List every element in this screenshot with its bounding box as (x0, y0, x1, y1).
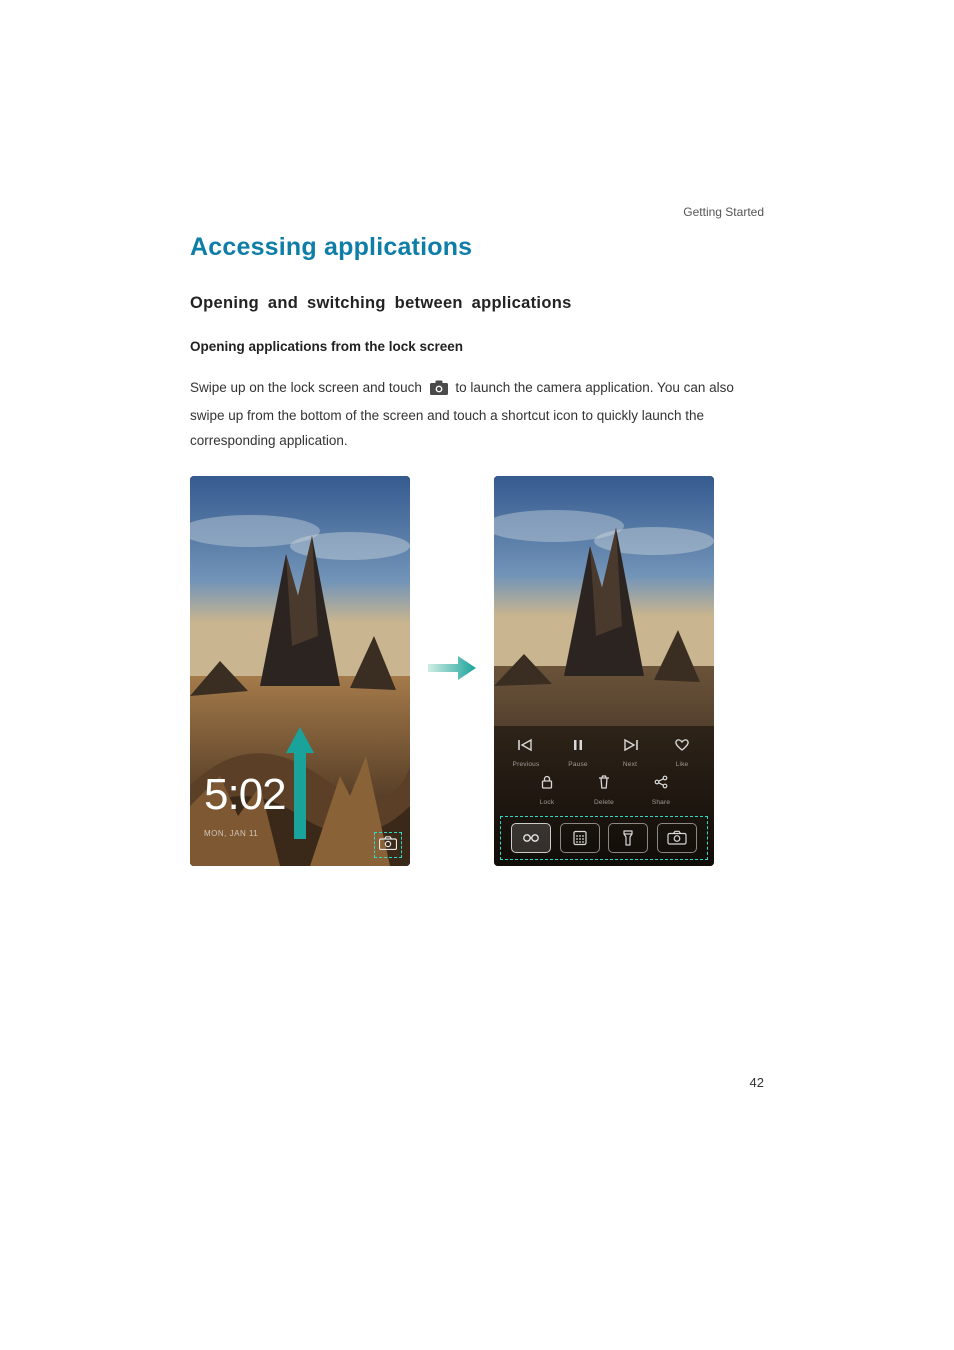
trash-icon (597, 774, 611, 795)
lock-screen-illustration: 5:02 MON, JAN 11 (190, 476, 410, 866)
transition-arrow-icon (428, 653, 476, 688)
para-text-pre: Swipe up on the lock screen and touch (190, 380, 426, 395)
control-label: Like (676, 761, 689, 768)
shortcut-panel-illustration: Previous Pause Next (494, 476, 714, 866)
media-controls-row: Previous Pause Next (494, 732, 714, 768)
calculator-shortcut[interactable] (560, 823, 600, 853)
recorder-shortcut[interactable] (511, 823, 551, 853)
page-number: 42 (750, 1075, 764, 1090)
flashlight-shortcut[interactable] (608, 823, 648, 853)
control-label: Pause (568, 761, 587, 768)
control-label: Previous (513, 761, 540, 768)
media-next-control[interactable]: Next (606, 738, 654, 768)
media-pause-control[interactable]: Pause (554, 738, 602, 768)
pause-icon (571, 738, 585, 757)
share-control[interactable]: Share (637, 774, 685, 806)
delete-control[interactable]: Delete (580, 774, 628, 806)
control-label: Next (623, 761, 637, 768)
page-title: Accessing applications (190, 233, 764, 262)
document-page: Getting Started Accessing applications O… (0, 0, 954, 1350)
heart-icon (674, 738, 690, 757)
swipe-up-arrow-icon (280, 719, 320, 844)
media-prev-control[interactable]: Previous (502, 738, 550, 768)
flashlight-icon (622, 829, 634, 847)
camera-icon (379, 836, 397, 850)
control-label: Share (652, 799, 670, 806)
lock-control[interactable]: Lock (523, 774, 571, 806)
lock-screen-date: MON, JAN 11 (204, 829, 258, 838)
topic-heading: Opening applications from the lock scree… (190, 339, 764, 354)
control-label: Delete (594, 799, 614, 806)
subsection-heading: Opening and switching between applicatio… (190, 294, 764, 313)
body-paragraph: Swipe up on the lock screen and touch to… (190, 376, 764, 454)
media-like-control[interactable]: Like (658, 738, 706, 768)
camera-shortcut[interactable] (657, 823, 697, 853)
camera-icon (667, 830, 687, 845)
control-label: Lock (540, 799, 555, 806)
skip-back-icon (517, 738, 535, 757)
shortcut-panel-wallpaper (494, 476, 714, 866)
lock-screen-camera-hint (374, 832, 402, 858)
utility-controls-row: Lock Delete Share (494, 774, 714, 806)
lock-icon (539, 774, 555, 795)
screenshot-row: 5:02 MON, JAN 11 (190, 476, 764, 866)
recorder-icon (520, 830, 542, 846)
camera-icon (430, 379, 448, 404)
lock-screen-time: 5:02 (204, 770, 286, 820)
shortcut-bar (500, 816, 708, 860)
section-header: Getting Started (683, 205, 764, 219)
skip-forward-icon (621, 738, 639, 757)
calculator-icon (572, 830, 588, 846)
share-icon (653, 774, 669, 795)
